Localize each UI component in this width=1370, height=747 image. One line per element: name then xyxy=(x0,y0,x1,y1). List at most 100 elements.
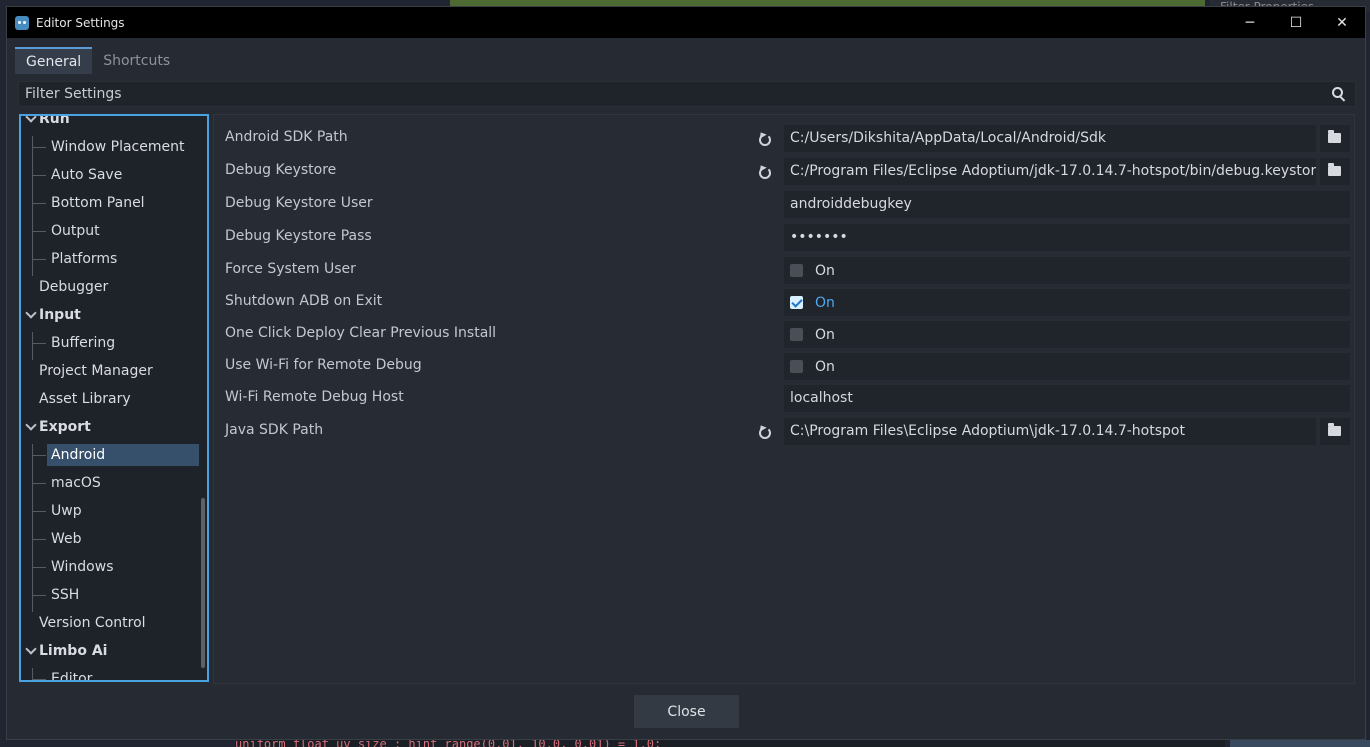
tree-guide xyxy=(32,595,46,596)
checkbox-unchecked-icon[interactable] xyxy=(790,360,803,373)
tree-guide xyxy=(32,472,33,500)
chevron-down-icon[interactable] xyxy=(25,643,37,655)
minimize-icon: ─ xyxy=(1245,14,1255,31)
checkbox-checked-icon[interactable] xyxy=(790,296,803,309)
tree-guide xyxy=(32,164,33,192)
tree-guide xyxy=(32,343,46,344)
close-window-button[interactable]: ✕ xyxy=(1319,7,1365,38)
property-label-one-click-deploy-clear-previous-install: One Click Deploy Clear Previous Install xyxy=(225,325,497,341)
property-value-android-sdk-path[interactable]: C:/Users/Dikshita/AppData/Local/Android/… xyxy=(784,125,1316,152)
checkbox-label: On xyxy=(815,294,835,311)
property-label-java-sdk-path: Java SDK Path xyxy=(225,422,324,438)
tree-item-asset-library[interactable]: Asset Library xyxy=(39,388,131,410)
browse-folder-button[interactable] xyxy=(1320,158,1350,185)
property-value-debug-keystore-pass[interactable]: ••••••• xyxy=(784,224,1350,251)
checkbox-label: On xyxy=(815,358,835,375)
tree-guide xyxy=(32,332,33,360)
property-label-use-wi-fi-for-remote-debug: Use Wi-Fi for Remote Debug xyxy=(225,357,422,373)
tab-shortcuts[interactable]: Shortcuts xyxy=(92,47,181,74)
tree-guide xyxy=(32,231,46,232)
tree-item-ssh[interactable]: SSH xyxy=(51,584,79,606)
tree-item-limbo-ai[interactable]: Limbo Ai xyxy=(39,640,107,662)
revert-icon[interactable] xyxy=(756,131,772,147)
property-value-java-sdk-path[interactable]: C:\Program Files\Eclipse Adoptium\jdk-17… xyxy=(784,418,1316,445)
filter-settings-bar xyxy=(18,81,1356,107)
tree-item-output[interactable]: Output xyxy=(51,220,100,242)
chevron-down-icon[interactable] xyxy=(25,419,37,431)
property-value-debug-keystore[interactable]: C:/Program Files/Eclipse Adoptium/jdk-17… xyxy=(784,158,1316,185)
property-label-wi-fi-remote-debug-host: Wi-Fi Remote Debug Host xyxy=(225,389,404,405)
tree-item-web[interactable]: Web xyxy=(51,528,82,550)
minimize-button[interactable]: ─ xyxy=(1227,7,1273,38)
tree-guide xyxy=(32,248,33,276)
window-title: Editor Settings xyxy=(36,15,125,30)
tree-guide xyxy=(32,511,46,512)
property-checkbox-shutdown-adb-on-exit[interactable]: On xyxy=(784,289,1350,316)
close-icon: ✕ xyxy=(1336,14,1348,31)
settings-section-tree[interactable]: Run Window Placement Auto Save Bottom Panel… xyxy=(19,114,209,682)
tree-guide xyxy=(32,556,33,584)
tree-guide xyxy=(32,500,33,528)
tree-item-input[interactable]: Input xyxy=(39,304,81,326)
checkbox-unchecked-icon[interactable] xyxy=(790,264,803,277)
tree-item-bottom-panel[interactable]: Bottom Panel xyxy=(51,192,145,214)
tree-guide xyxy=(32,567,46,568)
tree-item-macos[interactable]: macOS xyxy=(51,472,101,494)
window-controls: ─ ☐ ✕ xyxy=(1227,7,1365,38)
tree-item-run[interactable]: Run xyxy=(39,116,70,130)
tree-item-debugger[interactable]: Debugger xyxy=(39,276,108,298)
close-button[interactable]: Close xyxy=(634,695,739,728)
maximize-button[interactable]: ☐ xyxy=(1273,7,1319,38)
property-checkbox-one-click-deploy-clear-previous-install[interactable]: On xyxy=(784,321,1350,348)
property-checkbox-use-wi-fi-for-remote-debug[interactable]: On xyxy=(784,353,1350,380)
tree-guide xyxy=(32,203,46,204)
checkbox-label: On xyxy=(815,326,835,343)
revert-icon[interactable] xyxy=(756,424,772,440)
tree-item-android[interactable]: Android xyxy=(47,444,199,466)
tree-guide xyxy=(32,528,33,556)
tree-item-editor[interactable]: Editor xyxy=(51,668,92,680)
property-label-shutdown-adb-on-exit: Shutdown ADB on Exit xyxy=(225,293,383,309)
property-value-wi-fi-remote-debug-host[interactable]: localhost xyxy=(784,385,1350,412)
filter-settings-input[interactable] xyxy=(19,85,1327,103)
tree-item-platforms[interactable]: Platforms xyxy=(51,248,117,270)
property-label-force-system-user: Force System User xyxy=(225,261,356,277)
title-bar[interactable]: Editor Settings ─ ☐ ✕ xyxy=(7,7,1365,38)
browse-folder-button[interactable] xyxy=(1320,418,1350,445)
tree-item-uwp[interactable]: Uwp xyxy=(51,500,82,522)
settings-inspector: Android SDK Path C:/Users/Dikshita/AppDat… xyxy=(213,114,1355,684)
folder-icon xyxy=(1328,163,1341,176)
tree-item-window-placement[interactable]: Window Placement xyxy=(51,136,185,158)
tab-general[interactable]: General xyxy=(15,47,93,74)
tree-guide xyxy=(32,259,46,260)
chevron-down-icon[interactable] xyxy=(25,307,37,319)
tree-guide xyxy=(32,539,46,540)
revert-icon[interactable] xyxy=(756,164,772,180)
property-label-debug-keystore-user: Debug Keystore User xyxy=(225,195,373,211)
tree-item-version-control[interactable]: Version Control xyxy=(39,612,146,634)
settings-tabs: General Shortcuts xyxy=(15,47,181,74)
folder-icon xyxy=(1328,423,1341,436)
tree-item-buffering[interactable]: Buffering xyxy=(51,332,115,354)
tree-scrollbar[interactable] xyxy=(201,498,205,668)
tree-guide xyxy=(32,192,33,220)
checkbox-unchecked-icon[interactable] xyxy=(790,328,803,341)
chevron-down-icon[interactable] xyxy=(25,116,37,123)
tree-item-export[interactable]: Export xyxy=(39,416,91,438)
godot-icon xyxy=(15,15,29,30)
maximize-icon: ☐ xyxy=(1289,14,1303,31)
checkbox-label: On xyxy=(815,262,835,279)
browse-folder-button[interactable] xyxy=(1320,125,1350,152)
tree-guide xyxy=(32,455,46,456)
property-label-debug-keystore-pass: Debug Keystore Pass xyxy=(225,228,372,244)
property-value-debug-keystore-user[interactable]: androiddebugkey xyxy=(784,191,1350,218)
tree-item-auto-save[interactable]: Auto Save xyxy=(51,164,122,186)
tree-item-project-manager[interactable]: Project Manager xyxy=(39,360,153,382)
tree-item-windows[interactable]: Windows xyxy=(51,556,114,578)
property-label-android-sdk-path: Android SDK Path xyxy=(225,129,348,145)
property-checkbox-force-system-user[interactable]: On xyxy=(784,257,1350,284)
tree-guide xyxy=(32,220,33,248)
search-icon[interactable] xyxy=(1327,82,1351,106)
tree-guide xyxy=(32,483,46,484)
tree-guide xyxy=(32,584,33,612)
